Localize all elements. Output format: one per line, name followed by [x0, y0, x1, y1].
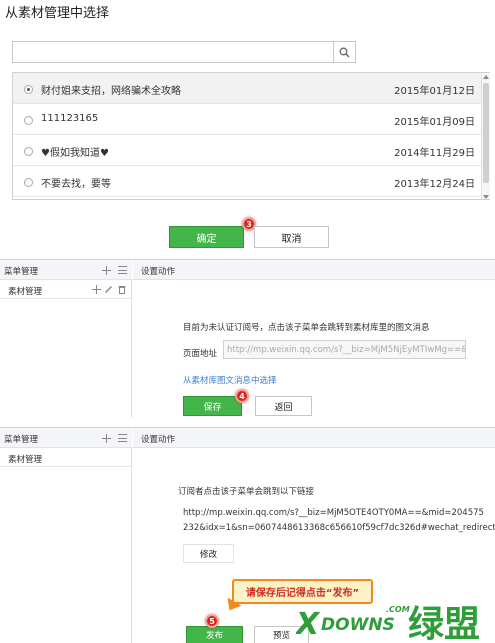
url-label: 页面地址 [183, 349, 218, 359]
menu-header: 菜单管理 [0, 428, 132, 448]
menu-item-label: 素材管理 [8, 287, 43, 297]
material-select-dialog: 从素材管理中选择 财付姐来支招，网络骗术全攻略 2015年01月12日 1111… [0, 0, 495, 253]
menu-settings-panel-1: 菜单管理 素材管理 设置动作 目前为未认证订阅号，点击该子菜单会跳转到素材库里的… [0, 259, 495, 417]
url-line-1: http://mp.weixin.qq.com/s?__biz=MjM5OTE4… [183, 508, 484, 518]
downs-watermark-logo: X DOWNS .COM 绿盟 [296, 604, 480, 642]
settings-header-label: 设置动作 [141, 435, 176, 445]
list-item[interactable]: ♥假如我知道♥ 2014年11月29日 [13, 135, 481, 166]
settings-header: 设置动作 [133, 260, 495, 280]
step-badge: 5 [205, 614, 219, 628]
trash-icon[interactable] [118, 285, 126, 294]
svg-text:X: X [296, 607, 321, 642]
notice-text: 目前为未认证订阅号，点击该子菜单会跳转到素材库里的图文消息 [183, 323, 430, 333]
back-button[interactable]: 返回 [255, 396, 312, 416]
list-item[interactable]: 111123165 2015年01月09日 [13, 104, 481, 135]
plus-icon[interactable] [102, 266, 111, 275]
menu-header: 菜单管理 [0, 260, 132, 280]
list-item[interactable]: 财付姐来支招，网络骗术全攻略 2015年01月12日 [13, 73, 481, 104]
confirm-button[interactable]: 确定 [169, 226, 244, 248]
notice-text: 订阅者点击该子菜单会跳到以下链接 [178, 487, 315, 497]
settings-header: 设置动作 [133, 428, 495, 448]
svg-text:绿盟: 绿盟 [408, 604, 480, 642]
svg-text:.COM: .COM [386, 605, 410, 614]
search-input[interactable] [12, 41, 356, 63]
menu-icon[interactable] [118, 434, 127, 442]
menu-icon[interactable] [118, 266, 127, 274]
item-title: 不要去找，要等 [41, 179, 111, 190]
scroll-thumb[interactable] [483, 83, 489, 183]
publish-button[interactable]: 发布 [186, 626, 243, 643]
menu-header-label: 菜单管理 [4, 267, 39, 277]
step-badge: 4 [235, 389, 249, 403]
scroll-up-arrow[interactable] [483, 75, 489, 79]
item-date: 2015年01月12日 [394, 86, 475, 97]
url-input[interactable]: http://mp.weixin.qq.com/s?__biz=MjM5NjEy… [223, 340, 466, 359]
settings-header-label: 设置动作 [141, 267, 176, 277]
cancel-button[interactable]: 取消 [254, 226, 329, 248]
pencil-icon[interactable] [104, 285, 113, 294]
radio-button[interactable] [24, 85, 33, 94]
plus-icon[interactable] [92, 285, 101, 294]
select-from-library-link[interactable]: 从素材库图文消息中选择 [183, 374, 277, 386]
search-button[interactable] [333, 42, 355, 62]
url-line-2: 232&idx=1&sn=0607448613368c656610f59cf7d… [183, 523, 495, 533]
item-title: 111123165 [41, 113, 99, 124]
radio-button[interactable] [24, 116, 33, 125]
scrollbar[interactable] [481, 73, 490, 199]
radio-button[interactable] [24, 147, 33, 156]
search-icon [339, 47, 350, 57]
dialog-title: 从素材管理中选择 [5, 6, 110, 21]
scroll-down-arrow[interactable] [483, 195, 489, 199]
item-date: 2015年01月09日 [394, 117, 475, 128]
menu-item-row[interactable]: 素材管理 [0, 280, 132, 299]
plus-icon[interactable] [102, 434, 111, 443]
item-date: 2014年11月29日 [394, 148, 475, 159]
svg-text:DOWNS: DOWNS [321, 615, 395, 635]
menu-header-label: 菜单管理 [4, 435, 39, 445]
menu-item-row[interactable]: 素材管理 [0, 448, 132, 467]
item-date: 2013年12月24日 [394, 179, 475, 190]
item-title: 财付姐来支招，网络骗术全攻略 [41, 86, 181, 97]
menu-item-label: 素材管理 [8, 455, 43, 465]
save-button[interactable]: 保存 [183, 396, 242, 416]
radio-button[interactable] [24, 178, 33, 187]
modify-button[interactable]: 修改 [183, 544, 234, 563]
item-title: ♥假如我知道♥ [41, 148, 109, 159]
material-list: 财付姐来支招，网络骗术全攻略 2015年01月12日 111123165 201… [12, 72, 490, 200]
list-item[interactable]: 不要去找，要等 2013年12月24日 [13, 166, 481, 197]
